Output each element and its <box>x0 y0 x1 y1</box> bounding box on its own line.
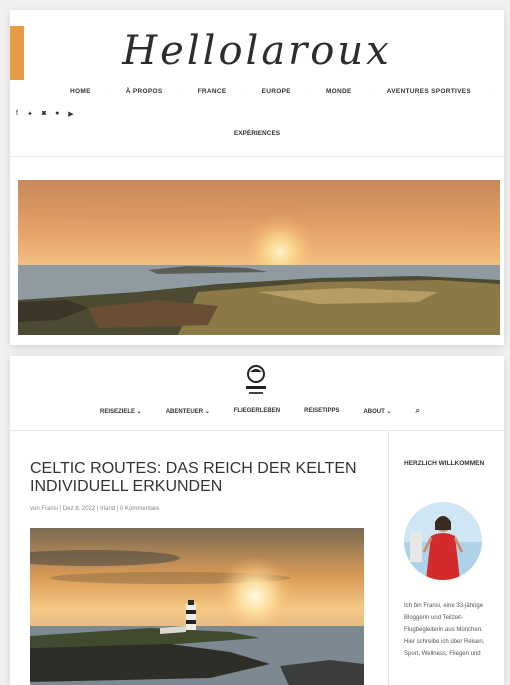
header-divider <box>10 156 504 157</box>
nav-item-reisetipps[interactable]: REISETIPPS <box>304 408 339 414</box>
nav-item-aventures-sportives[interactable]: AVENTURES SPORTIVES <box>387 88 471 95</box>
site-logo-icon[interactable] <box>241 362 271 398</box>
instagram-icon[interactable]: ◙ <box>42 110 46 118</box>
social-icons: f ✦ ◙ ● ▶ <box>16 110 74 118</box>
nav-item-about[interactable]: ABOUT ⌄ <box>363 408 391 415</box>
blog-screenshot-fransi: REISEZIELE ⌄ ABENTEUER ⌄ FLIEGERLEBEN RE… <box>10 356 504 685</box>
hero-image-sunset-coast <box>18 180 500 335</box>
post-image-lighthouse-sunset <box>30 528 364 685</box>
post-meta: von Fransi | Dez 8, 2022 | Irland | 0 Ko… <box>30 506 160 512</box>
nav-item-experiences[interactable]: EXPÉRIENCES <box>10 130 504 137</box>
twitter-icon[interactable]: ✦ <box>27 110 33 118</box>
youtube-icon[interactable]: ▶ <box>68 110 73 118</box>
facebook-icon[interactable]: f <box>16 110 18 118</box>
pinterest-icon[interactable]: ● <box>55 110 59 118</box>
nav-item-france[interactable]: FRANCE <box>198 88 227 95</box>
header-divider <box>10 430 504 431</box>
main-nav: HOME · À PROPOS · FRANCE · EUROPE · MONDE · A… <box>70 88 490 95</box>
blog-screenshot-hellolaroux: Hellolaroux HOME · À PROPOS · FRANCE · EURO… <box>10 10 504 345</box>
main-nav: REISEZIELE ⌄ ABENTEUER ⌄ FLIEGERLEBEN RE… <box>100 406 420 416</box>
post-title[interactable]: CELTIC ROUTES: DAS REICH DER KELTEN INDI… <box>30 460 370 496</box>
nav-item-home[interactable]: HOME <box>70 88 91 95</box>
nav-item-reiseziele[interactable]: REISEZIELE ⌄ <box>100 408 142 415</box>
site-logo[interactable]: Hellolaroux <box>10 28 504 74</box>
avatar <box>404 502 482 580</box>
search-icon[interactable]: ⌕ <box>416 406 420 416</box>
sidebar-divider <box>388 431 389 685</box>
nav-item-abenteuer[interactable]: ABENTEUER ⌄ <box>166 408 210 415</box>
nav-item-europe[interactable]: EUROPE <box>262 88 291 95</box>
nav-item-a-propos[interactable]: À PROPOS <box>126 88 163 95</box>
nav-item-monde[interactable]: MONDE <box>326 88 352 95</box>
nav-item-fliegerleben[interactable]: FLIEGERLEBEN <box>234 408 280 414</box>
sidebar-widget-title: HERZLICH WILLKOMMEN <box>404 460 485 467</box>
sidebar-bio-text: Ich bin Fransi, eine 33-jährige Bloggeri… <box>404 603 485 657</box>
